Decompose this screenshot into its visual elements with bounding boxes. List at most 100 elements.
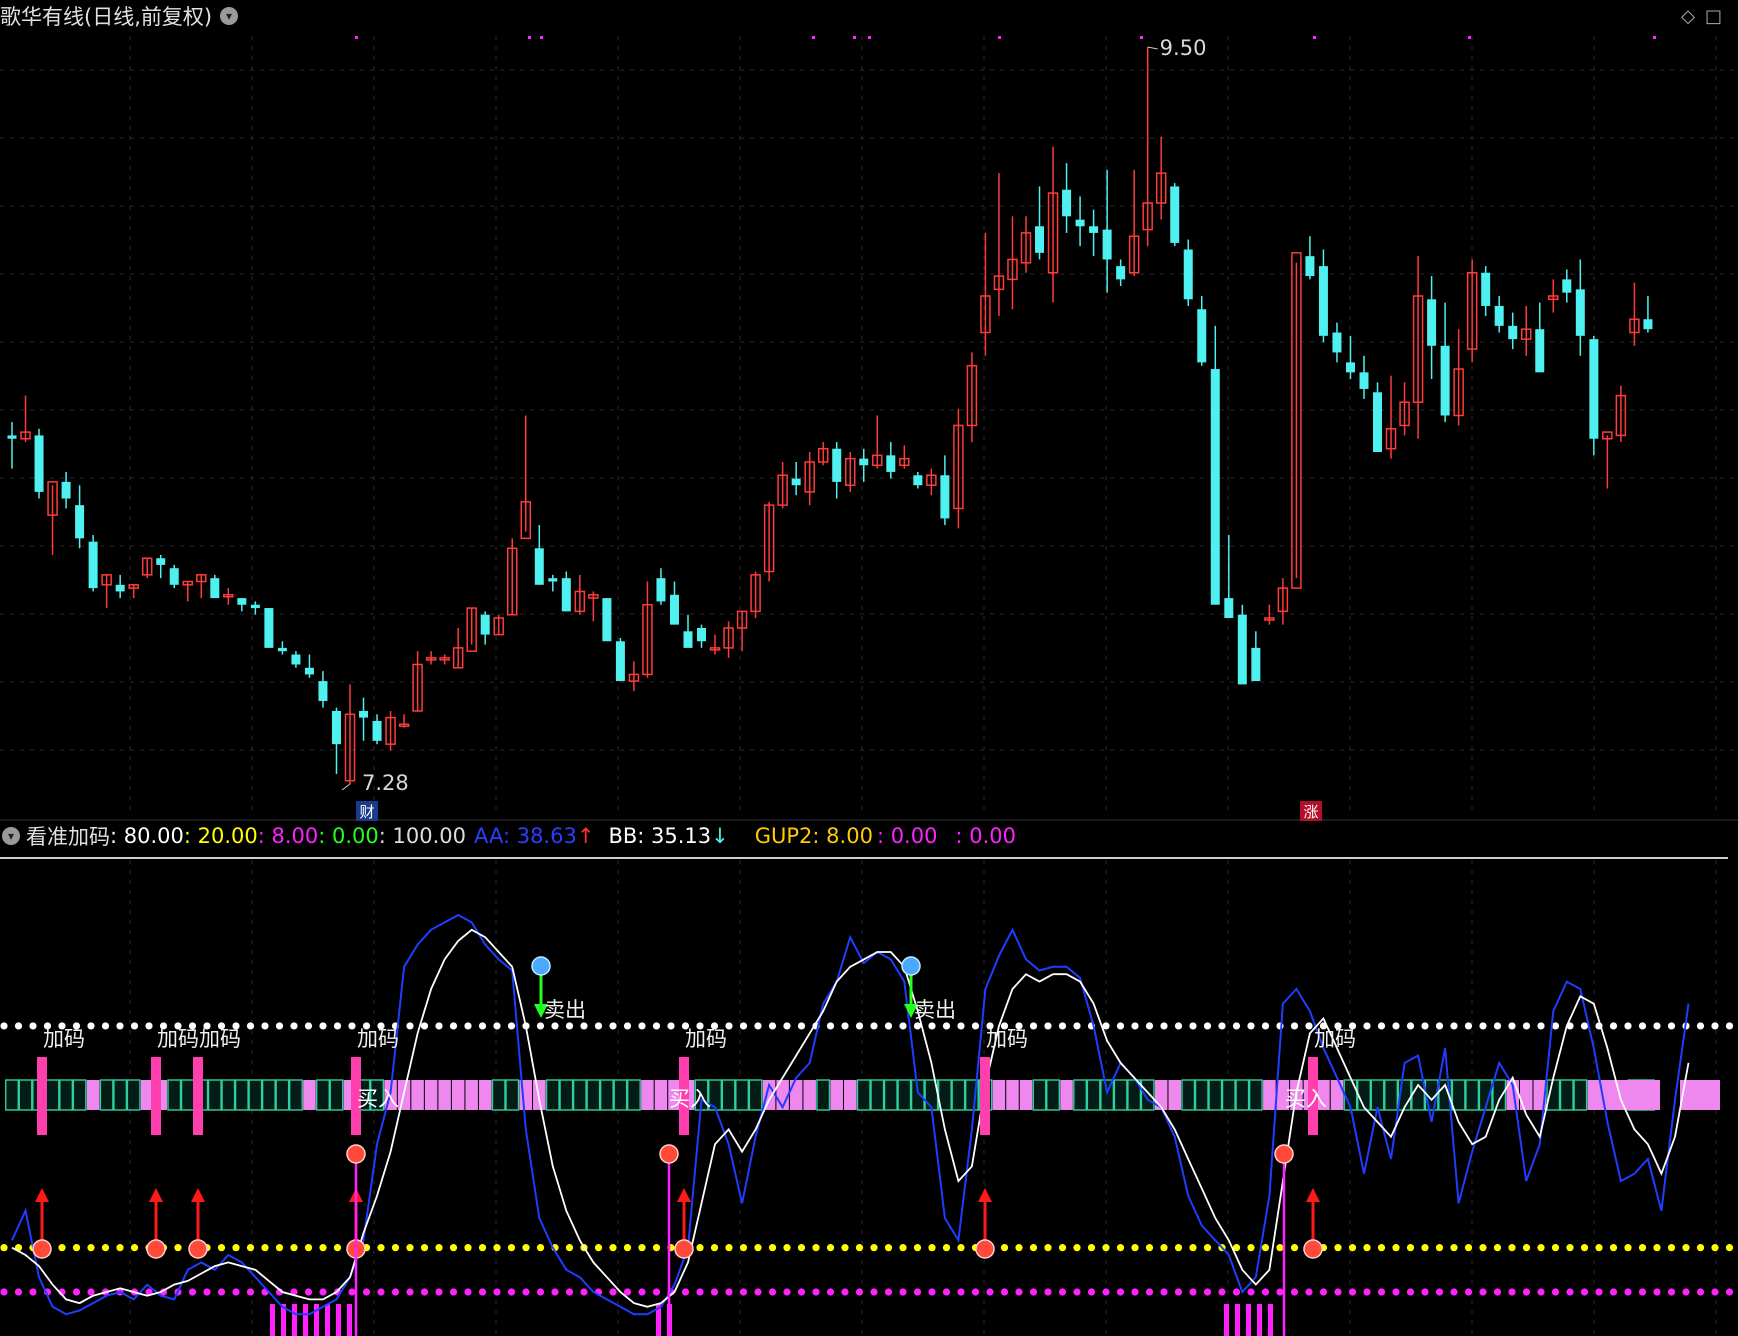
- gup2-bar: [1257, 1304, 1262, 1336]
- candle-body-down[interactable]: [1318, 266, 1328, 336]
- candle-body-down[interactable]: [1373, 392, 1383, 453]
- candle-body-down[interactable]: [697, 627, 707, 642]
- candle-body-down[interactable]: [1116, 266, 1126, 280]
- candle-body-down[interactable]: [61, 481, 71, 499]
- sell-signal-ball[interactable]: [531, 956, 551, 976]
- candle-body-down[interactable]: [1183, 249, 1193, 300]
- candle-body-down[interactable]: [1345, 362, 1355, 373]
- add-signal-bar[interactable]: [37, 1057, 47, 1135]
- strong-buy-ball[interactable]: [1274, 1144, 1294, 1164]
- indicator-toggle-icon[interactable]: ▾: [2, 827, 20, 845]
- level-20-dot: [594, 1244, 603, 1252]
- candle-body-down[interactable]: [210, 578, 220, 599]
- signal-ball[interactable]: [674, 1239, 694, 1259]
- candle-body-down[interactable]: [264, 608, 274, 648]
- candle-body-down[interactable]: [1102, 229, 1112, 260]
- candle-body-down[interactable]: [615, 641, 625, 682]
- strong-buy-ball[interactable]: [659, 1144, 679, 1164]
- candle-body-down[interactable]: [683, 631, 693, 648]
- add-signal-bar[interactable]: [980, 1057, 990, 1135]
- candle-body-down[interactable]: [88, 541, 98, 589]
- candle-body-down[interactable]: [534, 548, 544, 585]
- candle-body-down[interactable]: [156, 558, 166, 565]
- candle-body-down[interactable]: [169, 568, 179, 585]
- candle-body-down[interactable]: [1062, 189, 1072, 217]
- add-signal-bar[interactable]: [151, 1057, 161, 1135]
- candle-body-down[interactable]: [372, 720, 382, 741]
- candle-body-down[interactable]: [115, 584, 125, 592]
- candle-body-down[interactable]: [940, 475, 950, 519]
- candle-body-down[interactable]: [1237, 614, 1247, 685]
- candle-body-down[interactable]: [1035, 226, 1045, 253]
- level-8-dot: [1537, 1288, 1545, 1296]
- candle-body-down[interactable]: [886, 455, 896, 472]
- candle-body-down[interactable]: [480, 614, 490, 635]
- candle-body-down[interactable]: [832, 448, 842, 482]
- candle-body-down[interactable]: [291, 654, 301, 665]
- candle-body-down[interactable]: [859, 458, 869, 466]
- candle-body-down[interactable]: [656, 578, 666, 602]
- candle-body-down[interactable]: [1251, 647, 1261, 682]
- level-20-dot: [1638, 1244, 1647, 1252]
- candle-body-down[interactable]: [237, 598, 247, 605]
- candle-body-down[interactable]: [1481, 272, 1491, 306]
- candle-body-down[interactable]: [1359, 372, 1369, 389]
- candle-body-down[interactable]: [318, 681, 328, 702]
- candle-body-down[interactable]: [1562, 279, 1572, 293]
- candle-body-down[interactable]: [561, 578, 571, 612]
- level-80-dot: [1377, 1022, 1386, 1030]
- band-cell-pink: [1168, 1080, 1181, 1110]
- signal-ball[interactable]: [32, 1239, 52, 1259]
- buy-label: 买入: [357, 1087, 399, 1111]
- candle-body-down[interactable]: [1210, 369, 1220, 605]
- candle-body-down[interactable]: [1494, 305, 1504, 326]
- candle-body-down[interactable]: [1440, 345, 1450, 416]
- event-marker: [355, 36, 358, 39]
- level-8-dot: [536, 1288, 545, 1296]
- candle-body-down[interactable]: [277, 647, 287, 652]
- level-8-dot: [855, 1288, 864, 1296]
- candle-body-down[interactable]: [1305, 256, 1315, 277]
- signal-ball[interactable]: [975, 1239, 995, 1259]
- candle-body-down[interactable]: [1575, 289, 1585, 336]
- sell-signal-ball[interactable]: [901, 956, 921, 976]
- candle-body-down[interactable]: [331, 710, 341, 745]
- level-80-dot: [1479, 1022, 1487, 1030]
- chart-canvas[interactable]: 9.507.28财 涨加码 加码 加码 加码 加码 加码 加码买入 买入 买入卖出 卖出: [0, 0, 1738, 1336]
- candle-body-down[interactable]: [1197, 309, 1207, 363]
- candle-body-down[interactable]: [304, 667, 314, 675]
- candle-body-down[interactable]: [34, 435, 44, 492]
- candle-body-down[interactable]: [1170, 186, 1180, 243]
- candle-body-down[interactable]: [1535, 329, 1545, 373]
- candle-body-down[interactable]: [250, 604, 260, 609]
- candle-body-down[interactable]: [7, 435, 17, 439]
- candle-body-down[interactable]: [1332, 332, 1342, 353]
- candle-body-down[interactable]: [1427, 299, 1437, 346]
- candle-body-down[interactable]: [602, 598, 612, 642]
- candle-body-down[interactable]: [1075, 219, 1085, 227]
- signal-ball[interactable]: [188, 1239, 208, 1259]
- level-80-dot: [406, 1022, 414, 1030]
- candle-body-down[interactable]: [1224, 598, 1234, 619]
- indicator-name[interactable]: 看准加码: [26, 821, 110, 851]
- candle-body-down[interactable]: [791, 478, 801, 486]
- candle-body-down[interactable]: [75, 505, 85, 539]
- level-20-dot: [1725, 1244, 1734, 1252]
- add-signal-bar[interactable]: [193, 1057, 203, 1135]
- candle-body-down[interactable]: [913, 475, 923, 486]
- level-8-dot: [1276, 1288, 1284, 1296]
- candle-body-down[interactable]: [359, 710, 369, 718]
- level-8-dot: [478, 1288, 487, 1296]
- signal-ball[interactable]: [1303, 1239, 1323, 1259]
- band-cell-teal: [72, 1079, 87, 1111]
- signal-ball[interactable]: [146, 1239, 166, 1259]
- candle-body-down[interactable]: [669, 594, 679, 625]
- candle-body-down[interactable]: [1089, 226, 1099, 233]
- strong-buy-ball[interactable]: [346, 1144, 366, 1164]
- candle-body-down[interactable]: [1589, 339, 1599, 439]
- level-20-dot: [1363, 1244, 1371, 1252]
- candle-body-down[interactable]: [1508, 325, 1518, 340]
- band-cell-teal: [1073, 1079, 1088, 1111]
- candle-body-down[interactable]: [1643, 319, 1653, 330]
- candle-body-down[interactable]: [548, 578, 558, 582]
